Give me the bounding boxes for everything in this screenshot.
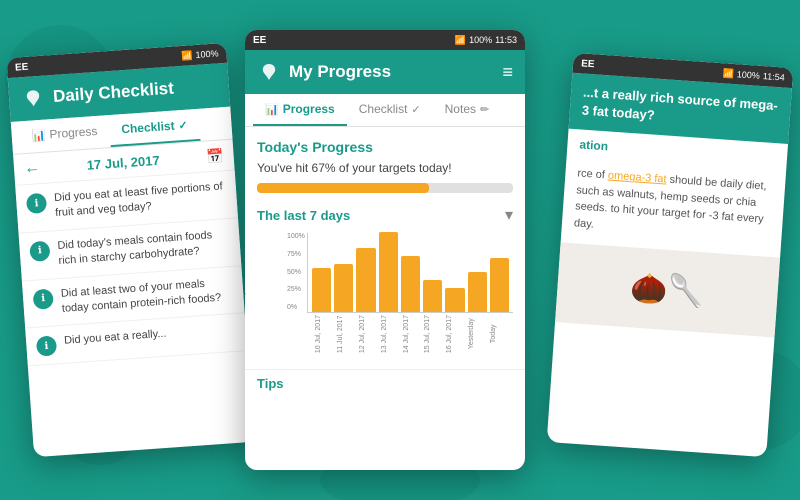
- status-icons-left: 📶 100%: [181, 48, 219, 62]
- chart-label: Today: [490, 315, 509, 353]
- notes-link: omega-3 fat: [608, 170, 667, 186]
- y-labels: 100% 75% 50% 25% 0%: [287, 233, 305, 313]
- chart-label: 11 Jul, 2017: [337, 315, 356, 353]
- chart-bar: [379, 232, 398, 312]
- item-text-4: Did you eat a really...: [64, 327, 167, 350]
- tab-notes-center[interactable]: Notes ✏: [433, 94, 502, 126]
- notes-body: rce of omega-3 fat should be daily diet,…: [561, 159, 786, 252]
- carrier-left: EE: [15, 61, 29, 73]
- carrier-center: EE: [253, 35, 266, 46]
- chart-label: 10 Jul, 2017: [315, 315, 334, 353]
- battery-left: 100%: [195, 48, 219, 60]
- chart-label: 12 Jul, 2017: [359, 315, 378, 353]
- status-icons-right: 📶 100% 11:54: [722, 68, 785, 83]
- chart-bar: [334, 264, 353, 312]
- battery-right: 100%: [737, 69, 761, 81]
- walnut-image: 🌰🥄: [555, 243, 780, 338]
- logo-icon-left: [23, 88, 44, 109]
- chart-dropdown-icon[interactable]: ▾: [505, 205, 513, 225]
- header-title-left: Daily Checklist: [52, 76, 217, 107]
- calendar-icon[interactable]: 📅: [206, 147, 225, 165]
- tab-progress-left[interactable]: 📊 Progress: [19, 115, 111, 153]
- battery-center: 100%: [469, 35, 492, 45]
- menu-icon-center[interactable]: ≡: [502, 62, 513, 83]
- check-tab-icon: ✓: [411, 103, 420, 116]
- info-icon-2: ℹ: [29, 240, 50, 261]
- progress-tab-icon: 📊: [265, 103, 279, 116]
- info-icon-4: ℹ: [36, 336, 57, 357]
- chart-label: 14 Jul, 2017: [403, 315, 422, 353]
- progress-bar-fill: [257, 183, 429, 193]
- tab-progress-center[interactable]: 📊 Progress: [253, 94, 347, 126]
- back-arrow[interactable]: ←: [23, 159, 40, 178]
- carrier-right: EE: [581, 58, 595, 70]
- status-icons-center: 📶 100% 11:53: [455, 35, 517, 46]
- date-display: 17 Jul, 2017: [40, 149, 207, 176]
- header-title-center: My Progress: [289, 62, 494, 82]
- chart-bar: [423, 280, 442, 312]
- progress-bar-bg: [257, 183, 513, 193]
- info-icon-1: ℹ: [26, 193, 47, 214]
- notes-question-text: ...t a really rich source of mega-3 fat …: [581, 85, 778, 123]
- y-axis-label: % targets hit: [245, 273, 246, 312]
- chart-label: 13 Jul, 2017: [381, 315, 400, 353]
- item-text-1: Did you eat at least five portions of fr…: [54, 179, 228, 222]
- tips-section: Tips: [245, 369, 525, 397]
- chart-x-labels: 10 Jul, 201711 Jul, 201712 Jul, 201713 J…: [311, 313, 513, 353]
- phone-right: EE 📶 100% 11:54 ...t a really rich sourc…: [547, 53, 794, 457]
- chart-wrapper: % targets hit 100% 75% 50% 25% 0%: [257, 233, 513, 353]
- chart-bar: [490, 258, 509, 312]
- logo-icon-center: [259, 62, 279, 82]
- chart-header: The last 7 days ▾: [257, 205, 513, 225]
- wifi-icon-center: 📶: [455, 35, 466, 46]
- chart-y-axis: 100% 75% 50% 25% 0% 10 Jul, 201711 Jul, …: [287, 233, 513, 353]
- wifi-icon-right: 📶: [722, 68, 734, 80]
- chart-bars: [307, 233, 513, 313]
- todays-progress: Today's Progress You've hit 67% of your …: [257, 139, 513, 193]
- chart-bar: [401, 256, 420, 312]
- chart-bar: [445, 288, 464, 312]
- info-icon-3: ℹ: [33, 288, 54, 309]
- todays-progress-text: You've hit 67% of your targets today!: [257, 161, 513, 175]
- chart-bar: [468, 272, 487, 312]
- tab-checklist-center[interactable]: Checklist ✓: [347, 94, 433, 126]
- item-text-3: Did at least two of your meals today con…: [60, 275, 234, 318]
- tab-checklist-left[interactable]: Checklist ✓: [108, 109, 201, 147]
- notes-tab-icon: ✏: [480, 103, 489, 116]
- chart-label: 16 Jul, 2017: [446, 315, 465, 353]
- time-right: 11:54: [763, 71, 786, 83]
- time-center: 11:53: [495, 35, 517, 45]
- chart-section: The last 7 days ▾ % targets hit 100% 75%…: [257, 205, 513, 353]
- todays-progress-title: Today's Progress: [257, 139, 513, 155]
- logo-left: [20, 86, 46, 112]
- phone-left: EE 📶 100% Daily Checklist 📊 Progress Che…: [6, 43, 253, 457]
- phone-center: EE 📶 100% 11:53 My Progress ≡ 📊 Progress…: [245, 30, 525, 470]
- tab-bar-center: 📊 Progress Checklist ✓ Notes ✏: [245, 94, 525, 127]
- wifi-icon-left: 📶: [181, 50, 193, 62]
- app-header-center: My Progress ≡: [245, 50, 525, 94]
- check-icon-left: ✓: [178, 118, 188, 132]
- checklist-items: ℹ Did you eat at least five portions of …: [15, 171, 247, 367]
- progress-content: Today's Progress You've hit 67% of your …: [245, 127, 525, 365]
- chart-bar: [356, 248, 375, 312]
- chart-label: 15 Jul, 2017: [424, 315, 443, 353]
- chart-bar: [312, 268, 331, 312]
- status-bar-center: EE 📶 100% 11:53: [245, 30, 525, 50]
- item-text-2: Did today's meals contain foods rich in …: [57, 227, 231, 270]
- chart-title: The last 7 days: [257, 208, 350, 223]
- chart-label: Yesterday: [468, 315, 487, 353]
- logo-center: [257, 60, 281, 84]
- progress-icon-left: 📊: [31, 128, 46, 142]
- chart-column: 10 Jul, 201711 Jul, 201712 Jul, 201713 J…: [307, 233, 513, 353]
